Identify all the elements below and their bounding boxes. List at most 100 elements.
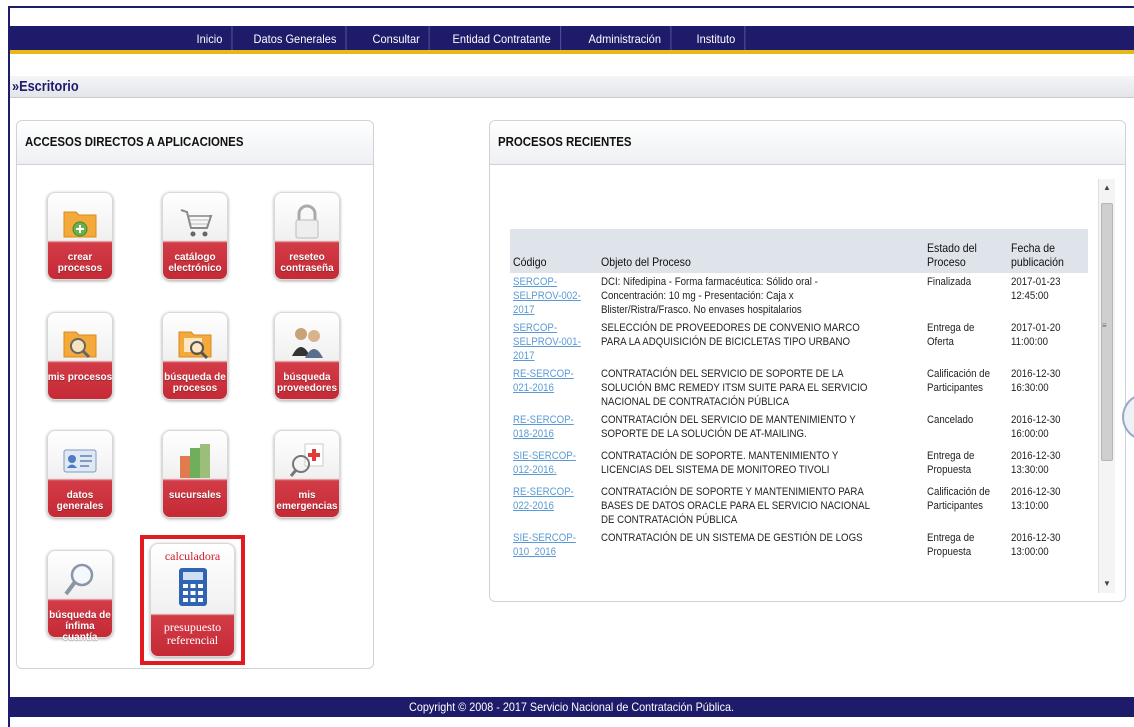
process-object-cell: CONTRATACIÓN DEL SERVICIO DE SOPORTE DE … bbox=[598, 365, 924, 411]
folder-add-icon bbox=[63, 211, 97, 238]
process-code-link[interactable]: SIE-SERCOP-012-2016. bbox=[513, 449, 585, 477]
nav-entidad-contratante[interactable]: Entidad Contratante bbox=[436, 26, 562, 50]
process-status-cell: Finalizada bbox=[924, 273, 1008, 319]
process-date-cell: 2017-01-20 11:00:00 bbox=[1008, 319, 1088, 365]
process-object: CONTRATACIÓN DE SOPORTE. MANTENIMIENTO Y… bbox=[601, 450, 839, 476]
process-object: CONTRATACIÓN DE SOPORTE Y MANTENIMIENTO … bbox=[601, 486, 870, 526]
process-date-cell: 2017-01-23 12:45:00 bbox=[1008, 273, 1088, 319]
shopping-cart-icon bbox=[180, 209, 213, 237]
nav-inicio[interactable]: Inicio bbox=[180, 26, 233, 50]
id-card-icon bbox=[63, 449, 97, 473]
process-code-link[interactable]: RE-SERCOP-018-2016 bbox=[513, 413, 585, 441]
recent-processes-header: PROCESOS RECIENTES bbox=[490, 121, 1125, 165]
tile-label: catálogo electrónico bbox=[168, 252, 222, 274]
process-status: Entrega de Oferta bbox=[927, 322, 975, 348]
process-date-cell: 2016-12-30 13:00:00 bbox=[1008, 529, 1088, 565]
buildings-icon bbox=[180, 444, 210, 478]
process-date: 2016-12-30 16:00:00 bbox=[1011, 414, 1061, 440]
tile-label: mis emergencias bbox=[276, 490, 338, 512]
process-code-link-cell: SERCOP-SELPROV-002-2017 bbox=[510, 273, 598, 319]
process-status-cell: Calificación de Participantes bbox=[924, 483, 1008, 529]
scroll-thumb[interactable] bbox=[1101, 203, 1113, 461]
tile-mis-emergencias[interactable]: mis emergencias bbox=[274, 430, 340, 518]
col-header-objeto: Objeto del Proceso bbox=[598, 229, 924, 273]
bottom-strip bbox=[10, 717, 1134, 727]
emergency-icon bbox=[289, 443, 324, 477]
process-date-cell: 2016-12-30 13:30:00 bbox=[1008, 447, 1088, 483]
magnifier-icon bbox=[64, 563, 94, 596]
process-code-link-cell: RE-SERCOP-018-2016 bbox=[510, 411, 598, 447]
people-icon bbox=[292, 328, 323, 358]
tile-sucursales[interactable]: sucursales bbox=[162, 430, 228, 518]
process-object-cell: CONTRATACIÓN DEL SERVICIO DE MANTENIMIEN… bbox=[598, 411, 924, 447]
process-code-link-cell: SIE-SERCOP-012-2016. bbox=[510, 447, 598, 483]
scroll-down-icon[interactable]: ▼ bbox=[1103, 579, 1111, 588]
process-date: 2016-12-30 13:00:00 bbox=[1011, 532, 1061, 558]
process-code-link[interactable]: SERCOP-SELPROV-001-2017 bbox=[513, 321, 585, 363]
tile-label: crear procesos bbox=[57, 252, 103, 274]
process-object: CONTRATACIÓN DE UN SISTEMA DE GESTIÓN DE… bbox=[601, 532, 863, 544]
process-code-link[interactable]: RE-SERCOP-022-2016 bbox=[513, 485, 585, 513]
calc-label-line2: referencial bbox=[166, 633, 219, 647]
table-scrollbar[interactable]: ▲ ≡ ▼ bbox=[1098, 179, 1115, 593]
process-object-cell: DCI: Nifedipina - Forma farmacéutica: Só… bbox=[598, 273, 924, 319]
process-code-link-cell: RE-SERCOP-022-2016 bbox=[510, 483, 598, 529]
process-status-cell: Entrega de Propuesta bbox=[924, 529, 1008, 565]
process-status-cell: Entrega de Oferta bbox=[924, 319, 1008, 365]
processes-table: Código Objeto del Proceso Estado del Pro… bbox=[510, 229, 1088, 565]
process-status-cell: Calificación de Participantes bbox=[924, 365, 1008, 411]
table-row: SIE-SERCOP-012-2016. CONTRATACIÓN DE SOPO… bbox=[510, 447, 1088, 483]
col-header-estado: Estado del Proceso bbox=[924, 229, 1008, 273]
process-object-cell: CONTRATACIÓN DE SOPORTE Y MANTENIMIENTO … bbox=[598, 483, 924, 529]
tile-datos-generales[interactable]: datos generales bbox=[47, 430, 113, 518]
tile-busqueda-de-procesos[interactable]: búsqueda de procesos bbox=[162, 312, 228, 400]
process-code-link[interactable]: SERCOP-SELPROV-002-2017 bbox=[513, 275, 585, 317]
nav-consultar[interactable]: Consultar bbox=[356, 26, 430, 50]
tile-crear-procesos[interactable]: crear procesos bbox=[47, 192, 113, 280]
nav-datos-generales[interactable]: Datos Generales bbox=[237, 26, 347, 50]
process-object: SELECCIÓN DE PROVEEDORES DE CONVENIO MAR… bbox=[601, 322, 860, 348]
processes-table-container: Código Objeto del Proceso Estado del Pro… bbox=[500, 177, 1106, 595]
table-row: SIE-SERCOP-010_2016 CONTRATACIÓN DE UN SI… bbox=[510, 529, 1088, 565]
recent-processes-panel: PROCESOS RECIENTES Código Objeto del Pro… bbox=[489, 120, 1126, 602]
tile-label: búsqueda de procesos bbox=[164, 372, 226, 394]
calculadora-highlight[interactable]: calculadora presupuesto referencial bbox=[140, 535, 245, 665]
tile-catalogo-electronico[interactable]: catálogo electrónico bbox=[162, 192, 228, 280]
calc-label-bottom: presupuesto referencial bbox=[150, 621, 235, 647]
top-navigation: Inicio Datos Generales Consultar Entidad… bbox=[10, 26, 1134, 54]
footer-copyright: Copyright © 2008 - 2017 Servicio Naciona… bbox=[409, 700, 735, 714]
calculator-icon bbox=[179, 568, 207, 606]
process-status: Calificación de Participantes bbox=[927, 486, 990, 512]
scroll-grip-icon: ≡ bbox=[1102, 321, 1107, 330]
nav-administracion[interactable]: Administración bbox=[572, 26, 672, 50]
table-row: RE-SERCOP-022-2016 CONTRATACIÓN DE SOPORT… bbox=[510, 483, 1088, 529]
process-date-cell: 2016-12-30 16:00:00 bbox=[1008, 411, 1088, 447]
process-date: 2017-01-20 11:00:00 bbox=[1011, 322, 1061, 348]
tile-label: sucursales bbox=[168, 490, 222, 501]
process-object: DCI: Nifedipina - Forma farmacéutica: Só… bbox=[601, 276, 818, 316]
process-object-cell: CONTRATACIÓN DE SOPORTE. MANTENIMIENTO Y… bbox=[598, 447, 924, 483]
tile-label: reseteo contraseña bbox=[280, 252, 334, 274]
table-row: SERCOP-SELPROV-001-2017 SELECCIÓN DE PROV… bbox=[510, 319, 1088, 365]
process-status-cell: Cancelado bbox=[924, 411, 1008, 447]
process-code-link[interactable]: RE-SERCOP-021-2016 bbox=[513, 367, 585, 395]
scroll-up-icon[interactable]: ▲ bbox=[1103, 183, 1111, 192]
breadcrumb-label: »Escritorio bbox=[12, 78, 79, 95]
tile-mis-procesos[interactable]: mis procesos bbox=[47, 312, 113, 400]
tile-busqueda-proveedores[interactable]: búsqueda proveedores bbox=[274, 312, 340, 400]
process-status: Cancelado bbox=[927, 414, 974, 426]
tile-label: mis procesos bbox=[47, 372, 113, 383]
folder-search-icon bbox=[63, 331, 97, 359]
tile-busqueda-infima-cuantia[interactable]: búsqueda de ínfima cuantía bbox=[47, 550, 113, 643]
process-code-link-cell: SERCOP-SELPROV-001-2017 bbox=[510, 319, 598, 365]
process-date: 2016-12-30 16:30:00 bbox=[1011, 368, 1061, 394]
nav-instituto[interactable]: Instituto bbox=[680, 26, 746, 50]
process-object-cell: CONTRATACIÓN DE UN SISTEMA DE GESTIÓN DE… bbox=[598, 529, 924, 565]
process-status: Finalizada bbox=[927, 276, 972, 288]
process-date-cell: 2016-12-30 13:10:00 bbox=[1008, 483, 1088, 529]
table-row: RE-SERCOP-021-2016 CONTRATACIÓN DEL SERVI… bbox=[510, 365, 1088, 411]
process-code-link[interactable]: SIE-SERCOP-010_2016 bbox=[513, 531, 585, 559]
tile-reseteo-contrasena[interactable]: reseteo contraseña bbox=[274, 192, 340, 280]
process-date: 2017-01-23 12:45:00 bbox=[1011, 276, 1061, 302]
process-date: 2016-12-30 13:30:00 bbox=[1011, 450, 1061, 476]
